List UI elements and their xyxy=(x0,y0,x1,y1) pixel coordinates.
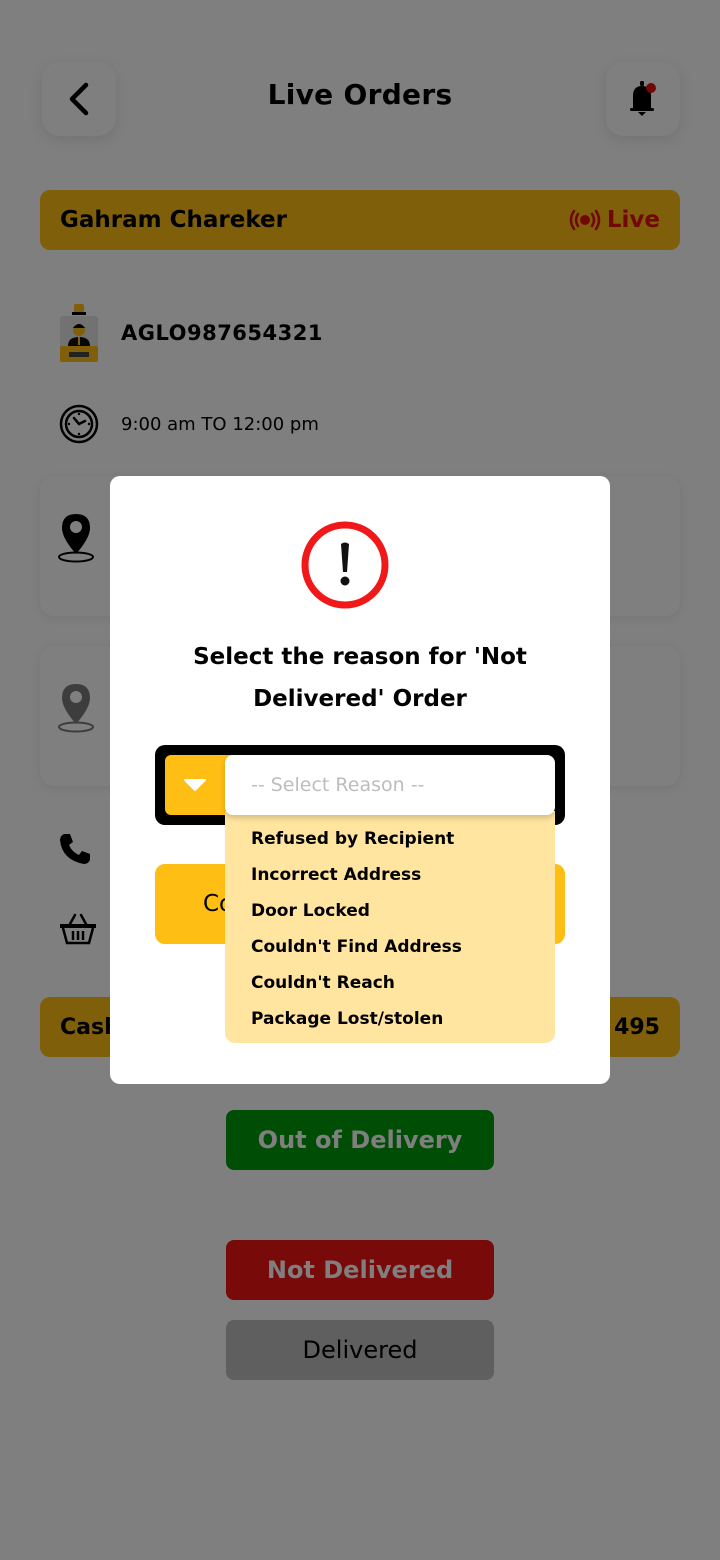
caret-down-icon xyxy=(184,779,206,791)
alert-circle-icon xyxy=(301,521,389,609)
not-delivered-reason-modal: Select the reason for 'Not Delivered' Or… xyxy=(110,476,610,1084)
modal-title: Select the reason for 'Not Delivered' Or… xyxy=(193,644,527,712)
reason-option[interactable]: Incorrect Address xyxy=(225,857,555,893)
reason-select[interactable]: -- Select Reason -- xyxy=(155,745,565,825)
reason-option[interactable]: Refused by Recipient xyxy=(225,821,555,857)
reason-dropdown: Refused by Recipient Incorrect Address D… xyxy=(225,811,555,1043)
reason-option[interactable]: Package Lost/stolen xyxy=(225,1001,555,1037)
reason-option[interactable]: Couldn't Reach xyxy=(225,965,555,1001)
reason-select-field[interactable]: -- Select Reason -- xyxy=(225,755,555,815)
reason-option[interactable]: Couldn't Find Address xyxy=(225,929,555,965)
reason-option[interactable]: Door Locked xyxy=(225,893,555,929)
